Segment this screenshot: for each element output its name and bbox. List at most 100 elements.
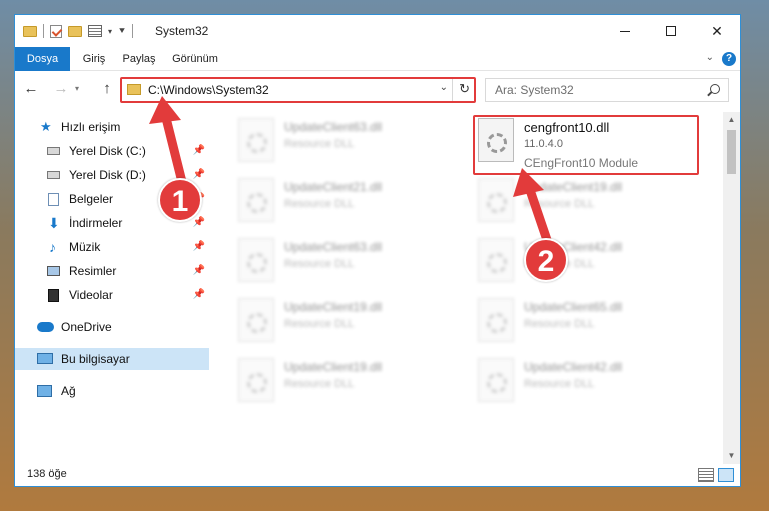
minimize-button[interactable] [602, 15, 648, 47]
file-description: Resource DLL [524, 318, 595, 330]
sidebar-item-label: OneDrive [61, 320, 112, 334]
recent-locations-button[interactable]: ▾ [71, 78, 83, 100]
file-name: UpdateClient21.dll [284, 180, 383, 194]
file-description: Resource DLL [284, 378, 355, 390]
maximize-button[interactable] [648, 15, 694, 47]
sidebar-item-onedrive[interactable]: OneDrive [15, 316, 209, 338]
computer-icon [37, 353, 53, 364]
sidebar-item-videos[interactable]: Videolar 📌 [15, 284, 209, 306]
pin-icon[interactable]: 📌 [193, 140, 205, 162]
ribbon-tabs: Dosya Giriş Paylaş Görünüm ⌄ ? [15, 47, 740, 71]
sidebar-item-network[interactable]: Ağ [15, 380, 209, 402]
folder-icon [23, 25, 37, 37]
address-bar[interactable]: C:\Windows\System32 ⌄ ↻ [120, 77, 476, 103]
list-item[interactable]: UpdateClient19.dll Resource DLL [478, 176, 708, 234]
dll-file-icon [238, 298, 274, 342]
minimize-icon [620, 30, 630, 32]
sidebar-item-label: Belgeler [69, 192, 114, 206]
sidebar-item-this-pc[interactable]: Bu bilgisayar [15, 348, 209, 370]
drive-icon [47, 147, 60, 155]
file-description: Resource DLL [284, 198, 355, 210]
address-divider [452, 79, 453, 101]
file-description: Resource DLL [284, 258, 355, 270]
up-button[interactable]: ↑ [97, 78, 117, 100]
file-name: UpdateClient42.dll [524, 360, 623, 374]
large-icons-view-icon[interactable] [718, 468, 734, 482]
window-title: System32 [155, 24, 209, 38]
back-button[interactable]: ← [21, 78, 41, 100]
documents-icon [48, 193, 59, 206]
refresh-icon[interactable]: ↻ [459, 81, 470, 97]
sidebar-item-label: Yerel Disk (C:) [69, 144, 146, 158]
properties-icon[interactable] [88, 25, 102, 37]
details-view-icon[interactable] [698, 468, 714, 482]
dll-file-icon [478, 178, 514, 222]
pin-icon[interactable]: 📌 [193, 284, 205, 306]
tab-home[interactable]: Giriş [77, 47, 111, 71]
search-input[interactable]: Ara: System32 [485, 78, 729, 102]
search-icon[interactable] [710, 84, 720, 94]
list-item[interactable]: UpdateClient19.dll Resource DLL [238, 296, 468, 354]
dll-file-icon [478, 298, 514, 342]
close-button[interactable]: ✕ [694, 15, 740, 47]
scroll-down-icon[interactable]: ▼ [723, 448, 740, 464]
dll-file-icon [478, 238, 514, 282]
sidebar-item-label: Hızlı erişim [61, 120, 121, 134]
network-icon [37, 385, 52, 397]
vertical-scrollbar[interactable]: ▲ ▼ [723, 112, 740, 464]
pin-icon[interactable]: 📌 [193, 260, 205, 282]
sidebar-item-local-disk-c[interactable]: Yerel Disk (C:) 📌 [15, 140, 209, 162]
properties-check-icon[interactable] [50, 24, 62, 38]
address-path[interactable]: C:\Windows\System32 [148, 83, 269, 97]
navigation-pane: ★ Hızlı erişim Yerel Disk (C:) 📌 Yerel D… [15, 112, 211, 464]
list-item[interactable]: UpdateClient42.dll Resource DLL [478, 356, 708, 414]
step-badge-2: 2 [524, 238, 568, 282]
dll-file-icon [238, 238, 274, 282]
file-description: Resource DLL [284, 138, 355, 150]
new-folder-icon[interactable] [68, 25, 82, 37]
sidebar-item-music[interactable]: ♪ Müzik 📌 [15, 236, 209, 258]
toolbar-divider [43, 24, 44, 38]
list-item[interactable]: UpdateClient21.dll Resource DLL [238, 176, 468, 234]
sidebar-item-label: Ağ [61, 384, 76, 398]
dll-file-icon [478, 358, 514, 402]
list-item[interactable]: UpdateClient19.dll Resource DLL [238, 356, 468, 414]
list-item[interactable]: UpdateClient42.dll Resource DLL [478, 236, 708, 294]
sidebar-item-label: Bu bilgisayar [61, 352, 130, 366]
chevron-down-icon[interactable]: ⌄ [440, 82, 448, 93]
sidebar-item-label: Videolar [69, 288, 113, 302]
chevron-down-icon[interactable]: ▾ [108, 27, 112, 36]
file-description: Resource DLL [524, 198, 595, 210]
dll-file-icon [238, 358, 274, 402]
scroll-up-icon[interactable]: ▲ [723, 112, 740, 128]
scrollbar-thumb[interactable] [727, 130, 736, 174]
video-icon [48, 289, 59, 302]
list-item[interactable]: UpdateClient63.dll Resource DLL [238, 116, 468, 174]
tab-view[interactable]: Görünüm [167, 47, 223, 71]
list-item[interactable]: UpdateClient63.dll Resource DLL [238, 236, 468, 294]
tab-share[interactable]: Paylaş [119, 47, 159, 71]
sidebar-item-quick-access[interactable]: ★ Hızlı erişim [15, 116, 209, 138]
sidebar-item-label: Yerel Disk (D:) [69, 168, 146, 182]
forward-button[interactable]: → [51, 78, 71, 100]
file-description: Resource DLL [284, 318, 355, 330]
file-name: UpdateClient63.dll [284, 120, 383, 134]
file-name: UpdateClient19.dll [284, 360, 383, 374]
expand-ribbon-icon[interactable]: ⌄ [706, 52, 714, 63]
download-icon: ⬇ [48, 215, 60, 231]
tab-file[interactable]: Dosya [15, 47, 70, 71]
file-description: Resource DLL [524, 378, 595, 390]
drive-icon [47, 171, 60, 179]
customize-toolbar-icon[interactable]: ⯆ [118, 26, 126, 37]
search-placeholder: Ara: System32 [495, 83, 574, 97]
list-item[interactable]: UpdateClient65.dll Resource DLL [478, 296, 708, 354]
file-highlight-box [473, 115, 699, 175]
close-icon: ✕ [711, 22, 723, 39]
help-icon[interactable]: ? [722, 52, 736, 66]
title-bar: ▾ ⯆ System32 ✕ [15, 15, 740, 47]
pin-icon[interactable]: 📌 [193, 236, 205, 258]
maximize-icon [666, 26, 676, 36]
sidebar-item-pictures[interactable]: Resimler 📌 [15, 260, 209, 282]
dll-file-icon [238, 178, 274, 222]
folder-icon [127, 84, 141, 95]
